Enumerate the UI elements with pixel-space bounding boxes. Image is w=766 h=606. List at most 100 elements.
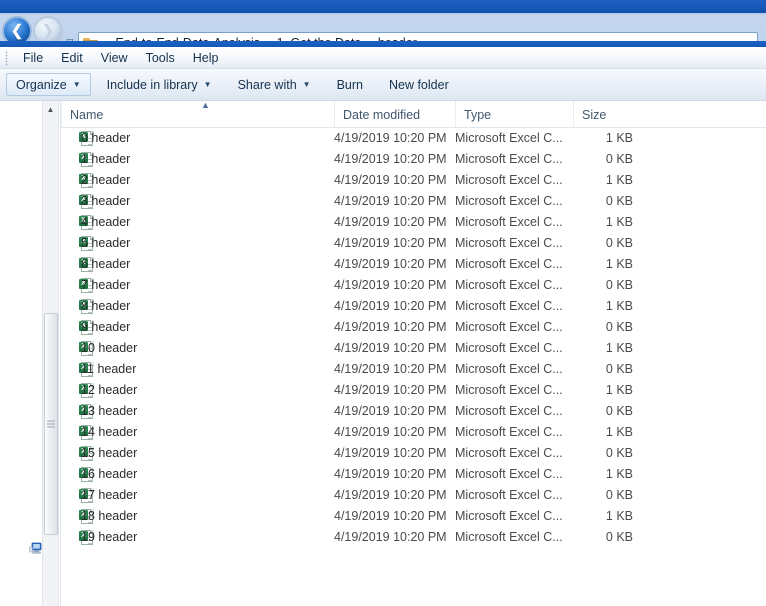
file-size-cell: 1 KB bbox=[605, 215, 633, 229]
file-name-cell: 17 header bbox=[81, 488, 138, 502]
share-with-button[interactable]: Share with ▼ bbox=[228, 73, 321, 96]
scroll-up-arrow-icon[interactable]: ▲ bbox=[43, 101, 58, 118]
include-in-library-button[interactable]: Include in library ▼ bbox=[97, 73, 222, 96]
file-type-cell: Microsoft Excel C... bbox=[455, 131, 563, 145]
new-folder-label: New folder bbox=[388, 77, 449, 92]
date-modified-cell: 4/19/2019 10:20 PM bbox=[334, 425, 447, 439]
menu-item-view[interactable]: View bbox=[92, 49, 137, 67]
file-size-cell: 1 KB bbox=[605, 467, 633, 481]
file-size-cell: 0 KB bbox=[605, 320, 633, 334]
file-type-cell: Microsoft Excel C... bbox=[455, 215, 563, 229]
table-row[interactable]: X 10 header 4/19/2019 10:20 PM Microsoft Ex… bbox=[61, 338, 766, 359]
table-row[interactable]: X5 header 4/19/2019 10:20 PM Microsoft Exc… bbox=[61, 233, 766, 254]
date-modified-cell: 4/19/2019 10:20 PM bbox=[334, 383, 447, 397]
organize-button-label: Organize bbox=[16, 77, 67, 92]
column-header-name[interactable]: Name bbox=[61, 101, 334, 127]
file-size-cell: 0 KB bbox=[605, 362, 633, 376]
file-type-cell: Microsoft Excel C... bbox=[455, 446, 563, 460]
file-type-cell: Microsoft Excel C... bbox=[455, 488, 563, 502]
table-row[interactable]: X 15 header 4/19/2019 10:20 PM Microsoft Ex… bbox=[61, 443, 766, 464]
table-row[interactable]: X 14 header 4/19/2019 10:20 PM Microsoft Ex… bbox=[61, 422, 766, 443]
file-name-cell: 8 header bbox=[81, 299, 131, 313]
file-size-cell: 1 KB bbox=[605, 509, 633, 523]
table-row[interactable]: X 11 header 4/19/2019 10:20 PM Microsoft Ex… bbox=[61, 359, 766, 380]
date-modified-cell: 4/19/2019 10:20 PM bbox=[334, 278, 447, 292]
table-row[interactable]: X 16 header 4/19/2019 10:20 PM Microsoft Ex… bbox=[61, 464, 766, 485]
burn-button[interactable]: Burn bbox=[327, 73, 373, 96]
file-size-cell: 0 KB bbox=[605, 194, 633, 208]
file-type-cell: Microsoft Excel C... bbox=[455, 152, 563, 166]
date-modified-cell: 4/19/2019 10:20 PM bbox=[334, 194, 447, 208]
file-name-cell: 18 header bbox=[81, 509, 138, 523]
file-name-cell: 2 header bbox=[81, 173, 131, 187]
column-header-size[interactable]: Size bbox=[573, 101, 693, 127]
file-rows-container: X0 header 4/19/2019 10:20 PM Microsoft Exc… bbox=[61, 128, 766, 548]
new-folder-button[interactable]: New folder bbox=[379, 73, 459, 96]
table-row[interactable]: X9 header 4/19/2019 10:20 PM Microsoft Exc… bbox=[61, 317, 766, 338]
menu-item-file[interactable]: File bbox=[14, 49, 52, 67]
file-type-cell: Microsoft Excel C... bbox=[455, 299, 563, 313]
file-size-cell: 0 KB bbox=[605, 530, 633, 544]
table-row[interactable]: X 13 header 4/19/2019 10:20 PM Microsoft Ex… bbox=[61, 401, 766, 422]
menu-bar-grip[interactable] bbox=[3, 50, 10, 66]
address-bar: ❮ ❯ ▽ ▸ End-to-End-Data-Analysis ▸ 1. Ge… bbox=[0, 15, 766, 54]
organize-button[interactable]: Organize ▼ bbox=[6, 73, 91, 96]
column-header-row: ▲ Name Date modified Type Size bbox=[61, 101, 766, 128]
file-type-cell: Microsoft Excel C... bbox=[455, 509, 563, 523]
file-size-cell: 0 KB bbox=[605, 278, 633, 292]
file-name-cell: 6 header bbox=[81, 257, 131, 271]
date-modified-cell: 4/19/2019 10:20 PM bbox=[334, 236, 447, 250]
file-size-cell: 0 KB bbox=[605, 446, 633, 460]
file-type-cell: Microsoft Excel C... bbox=[455, 404, 563, 418]
file-list-view: ▲ Name Date modified Type Size X0 header… bbox=[61, 101, 766, 606]
file-type-cell: Microsoft Excel C... bbox=[455, 278, 563, 292]
table-row[interactable]: X1 header 4/19/2019 10:20 PM Microsoft Exc… bbox=[61, 149, 766, 170]
table-row[interactable]: X 19 header 4/19/2019 10:20 PM Microsoft Ex… bbox=[61, 527, 766, 548]
table-row[interactable]: X 12 header 4/19/2019 10:20 PM Microsoft Ex… bbox=[61, 380, 766, 401]
column-header-type[interactable]: Type bbox=[455, 101, 573, 127]
back-arrow-icon: ❮ bbox=[10, 22, 24, 40]
file-size-cell: 0 KB bbox=[605, 488, 633, 502]
table-row[interactable]: X2 header 4/19/2019 10:20 PM Microsoft Exc… bbox=[61, 170, 766, 191]
date-modified-cell: 4/19/2019 10:20 PM bbox=[334, 530, 447, 544]
table-row[interactable]: X7 header 4/19/2019 10:20 PM Microsoft Exc… bbox=[61, 275, 766, 296]
file-size-cell: 1 KB bbox=[605, 131, 633, 145]
file-type-cell: Microsoft Excel C... bbox=[455, 425, 563, 439]
file-name-cell: 16 header bbox=[81, 467, 138, 481]
table-row[interactable]: X0 header 4/19/2019 10:20 PM Microsoft Exc… bbox=[61, 128, 766, 149]
computer-icon[interactable] bbox=[29, 541, 43, 555]
file-name-cell: 4 header bbox=[81, 215, 131, 229]
menu-item-help[interactable]: Help bbox=[184, 49, 228, 67]
scrollbar-thumb-grip bbox=[47, 420, 55, 428]
file-size-cell: 1 KB bbox=[605, 383, 633, 397]
table-row[interactable]: X 18 header 4/19/2019 10:20 PM Microsoft Ex… bbox=[61, 506, 766, 527]
file-size-cell: 1 KB bbox=[605, 425, 633, 439]
file-name-cell: 9 header bbox=[81, 320, 131, 334]
file-name-cell: 3 header bbox=[81, 194, 131, 208]
date-modified-cell: 4/19/2019 10:20 PM bbox=[334, 446, 447, 460]
column-header-date-modified[interactable]: Date modified bbox=[334, 101, 455, 127]
file-type-cell: Microsoft Excel C... bbox=[455, 383, 563, 397]
navigation-pane-scrollbar[interactable]: ▲ bbox=[42, 101, 59, 606]
scrollbar-thumb[interactable] bbox=[44, 313, 58, 535]
file-name-cell: 15 header bbox=[81, 446, 138, 460]
file-type-cell: Microsoft Excel C... bbox=[455, 236, 563, 250]
date-modified-cell: 4/19/2019 10:20 PM bbox=[334, 362, 447, 376]
menu-item-edit[interactable]: Edit bbox=[52, 49, 92, 67]
chevron-down-icon: ▼ bbox=[72, 79, 81, 89]
file-name-cell: 10 header bbox=[81, 341, 138, 355]
menu-item-tools[interactable]: Tools bbox=[137, 49, 184, 67]
file-name-cell: 5 header bbox=[81, 236, 131, 250]
file-type-cell: Microsoft Excel C... bbox=[455, 194, 563, 208]
table-row[interactable]: X3 header 4/19/2019 10:20 PM Microsoft Exc… bbox=[61, 191, 766, 212]
table-row[interactable]: X6 header 4/19/2019 10:20 PM Microsoft Exc… bbox=[61, 254, 766, 275]
table-row[interactable]: X4 header 4/19/2019 10:20 PM Microsoft Exc… bbox=[61, 212, 766, 233]
file-type-cell: Microsoft Excel C... bbox=[455, 257, 563, 271]
table-row[interactable]: X 17 header 4/19/2019 10:20 PM Microsoft Ex… bbox=[61, 485, 766, 506]
date-modified-cell: 4/19/2019 10:20 PM bbox=[334, 509, 447, 523]
burn-label: Burn bbox=[336, 77, 363, 92]
file-type-cell: Microsoft Excel C... bbox=[455, 341, 563, 355]
file-size-cell: 0 KB bbox=[605, 404, 633, 418]
date-modified-cell: 4/19/2019 10:20 PM bbox=[334, 488, 447, 502]
table-row[interactable]: X8 header 4/19/2019 10:20 PM Microsoft Exc… bbox=[61, 296, 766, 317]
